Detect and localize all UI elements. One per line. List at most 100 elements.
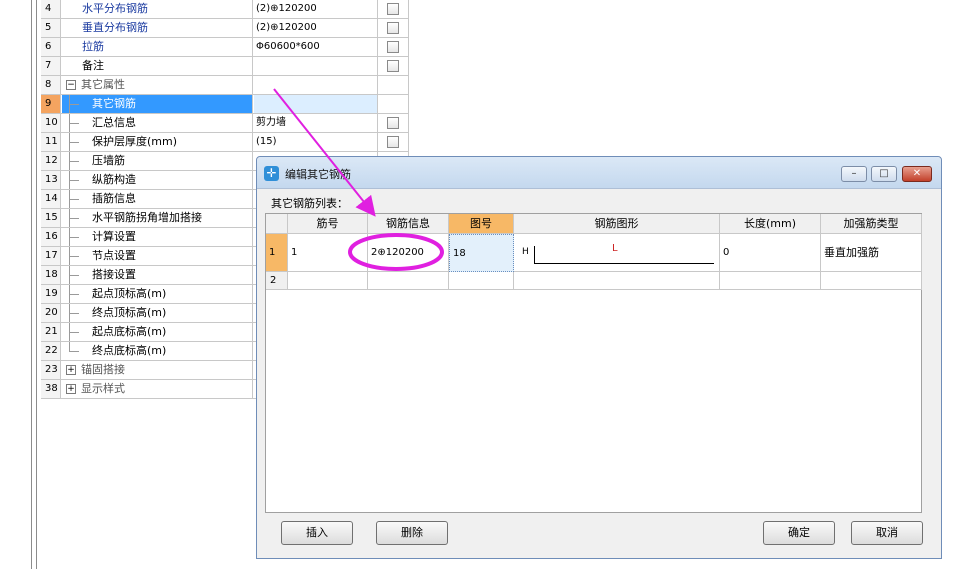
insert-button[interactable]: 插入 [281, 521, 353, 545]
property-name-cell[interactable]: 压墙筋 [62, 152, 253, 170]
delete-button[interactable]: 删除 [376, 521, 448, 545]
table-row[interactable]: 2 [266, 272, 923, 290]
property-value[interactable] [254, 57, 378, 75]
property-name-cell[interactable]: 计算设置 [62, 228, 253, 246]
table-row[interactable]: 1 1 2⊕120200 18 H L 0 垂直加强筋 [266, 234, 923, 272]
property-checkbox[interactable] [387, 117, 399, 129]
property-value[interactable] [254, 76, 378, 94]
property-checkbox[interactable] [387, 22, 399, 34]
rebar-table[interactable]: 筋号 钢筋信息 图号 钢筋图形 长度(mm) 加强筋类型 1 1 2⊕12020… [265, 213, 922, 513]
property-row[interactable]: 9 其它钢筋 [41, 95, 409, 114]
maximize-button[interactable]: □ [871, 166, 897, 182]
figure-no-cell[interactable] [449, 272, 514, 290]
tree-branch-icon [69, 180, 79, 181]
property-row-number: 22 [41, 342, 61, 360]
property-value[interactable] [254, 95, 378, 113]
property-name-cell[interactable]: 终点顶标高(m) [62, 304, 253, 322]
edit-other-rebar-dialog[interactable]: ✛ 编辑其它钢筋 – □ ✕ 其它钢筋列表： 筋号 钢筋信息 图号 钢筋图形 长… [256, 156, 942, 559]
property-row-number: 9 [41, 95, 61, 113]
dialog-titlebar[interactable]: ✛ 编辑其它钢筋 – □ ✕ [257, 157, 941, 189]
property-name-cell[interactable]: 起点顶标高(m) [62, 285, 253, 303]
bar-no-cell[interactable] [288, 272, 368, 290]
col-reinforce-type[interactable]: 加强筋类型 [821, 214, 922, 234]
property-name-cell[interactable]: 水平分布钢筋 [62, 0, 253, 18]
property-name-cell[interactable]: 搭接设置 [62, 266, 253, 284]
rebar-list-label: 其它钢筋列表： [271, 197, 348, 210]
property-checkbox[interactable] [387, 136, 399, 148]
rebar-shape-cell[interactable]: H L [514, 234, 720, 272]
col-bar-no[interactable]: 筋号 [288, 214, 368, 234]
property-row-number: 11 [41, 133, 61, 151]
property-name-cell[interactable]: + 显示样式 [62, 380, 253, 398]
property-name-cell[interactable]: 备注 [62, 57, 253, 75]
property-name-cell[interactable]: 纵筋构造 [62, 171, 253, 189]
property-name-cell[interactable]: 水平钢筋拐角增加搭接 [62, 209, 253, 227]
property-value[interactable]: (2)⊕120200 [254, 19, 378, 37]
col-length[interactable]: 长度(mm) [720, 214, 821, 234]
property-name-cell[interactable]: 其它钢筋 [62, 95, 253, 113]
rebar-shape-drawing: H L [514, 234, 719, 271]
close-button[interactable]: ✕ [902, 166, 932, 182]
property-checkbox[interactable] [387, 3, 399, 15]
shape-h-label: H [522, 247, 529, 257]
property-name-cell[interactable]: 垂直分布钢筋 [62, 19, 253, 37]
property-value[interactable]: (15) [254, 133, 378, 151]
property-value[interactable]: (2)⊕120200 [254, 0, 378, 18]
rebar-info-cell[interactable]: 2⊕120200 [368, 234, 449, 272]
cancel-button[interactable]: 取消 [851, 521, 923, 545]
tree-branch-icon [69, 275, 79, 276]
rebar-shape-cell[interactable] [514, 272, 720, 290]
expand-icon[interactable]: + [66, 365, 76, 375]
property-name-cell[interactable]: 终点底标高(m) [62, 342, 253, 360]
property-name: 压墙筋 [92, 154, 125, 167]
figure-no-cell[interactable]: 18 [449, 234, 514, 272]
property-name: 搭接设置 [92, 268, 136, 281]
tree-branch-icon [69, 351, 79, 352]
l-shape-line [534, 246, 714, 264]
property-name-cell[interactable]: + 锚固搭接 [62, 361, 253, 379]
property-checkbox-cell [379, 133, 409, 151]
property-name-cell[interactable]: 拉筋 [62, 38, 253, 56]
property-name-cell[interactable]: 插筋信息 [62, 190, 253, 208]
property-row-number: 8 [41, 76, 61, 94]
property-row-number: 19 [41, 285, 61, 303]
property-value[interactable]: 剪力墙 [254, 114, 378, 132]
property-name: 插筋信息 [92, 192, 136, 205]
window-edge-inner [36, 0, 37, 569]
property-checkbox-cell [379, 0, 409, 18]
property-row[interactable]: 7 备注 [41, 57, 409, 76]
property-row[interactable]: 5 垂直分布钢筋 (2)⊕120200 [41, 19, 409, 38]
reinforce-type-cell[interactable]: 垂直加强筋 [821, 234, 922, 272]
collapse-icon[interactable]: − [66, 80, 76, 90]
property-name-cell[interactable]: 起点底标高(m) [62, 323, 253, 341]
bar-no-cell[interactable]: 1 [288, 234, 368, 272]
ok-button[interactable]: 确定 [763, 521, 835, 545]
property-name: 其它钢筋 [92, 97, 136, 110]
length-cell[interactable] [720, 272, 821, 290]
expand-icon[interactable]: + [66, 384, 76, 394]
row-number[interactable]: 1 [266, 234, 288, 272]
property-checkbox[interactable] [387, 60, 399, 72]
col-rebar-shape[interactable]: 钢筋图形 [514, 214, 720, 234]
property-row[interactable]: 10 汇总信息 剪力墙 [41, 114, 409, 133]
row-number[interactable]: 2 [266, 272, 288, 290]
property-row[interactable]: 8− 其它属性 [41, 76, 409, 95]
minimize-button[interactable]: – [841, 166, 867, 182]
property-name-cell[interactable]: − 其它属性 [62, 76, 253, 94]
property-row[interactable]: 11 保护层厚度(mm) (15) [41, 133, 409, 152]
property-row[interactable]: 4 水平分布钢筋 (2)⊕120200 [41, 0, 409, 19]
property-value[interactable]: Φ60600*600 [254, 38, 378, 56]
rebar-info-cell[interactable] [368, 272, 449, 290]
property-row[interactable]: 6 拉筋 Φ60600*600 [41, 38, 409, 57]
property-name: 计算设置 [92, 230, 136, 243]
col-rebar-info[interactable]: 钢筋信息 [368, 214, 449, 234]
reinforce-type-cell[interactable] [821, 272, 922, 290]
property-name-cell[interactable]: 保护层厚度(mm) [62, 133, 253, 151]
property-checkbox[interactable] [387, 41, 399, 53]
property-name-cell[interactable]: 节点设置 [62, 247, 253, 265]
property-name-cell[interactable]: 汇总信息 [62, 114, 253, 132]
property-row-number: 38 [41, 380, 61, 398]
col-figure-no[interactable]: 图号 [449, 214, 514, 234]
length-cell[interactable]: 0 [720, 234, 821, 272]
property-checkbox-cell [379, 57, 409, 75]
